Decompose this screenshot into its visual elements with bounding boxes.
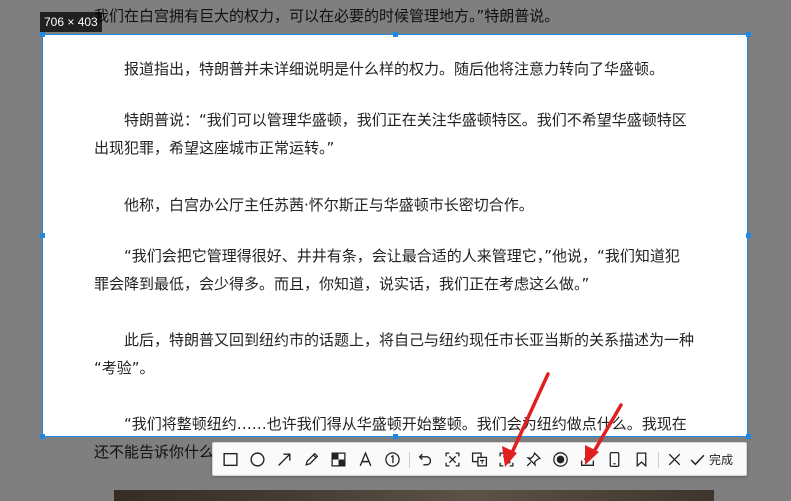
annotation-arrow [502,372,550,467]
annotation-arrow [585,403,623,465]
annotation-arrows [502,372,623,467]
